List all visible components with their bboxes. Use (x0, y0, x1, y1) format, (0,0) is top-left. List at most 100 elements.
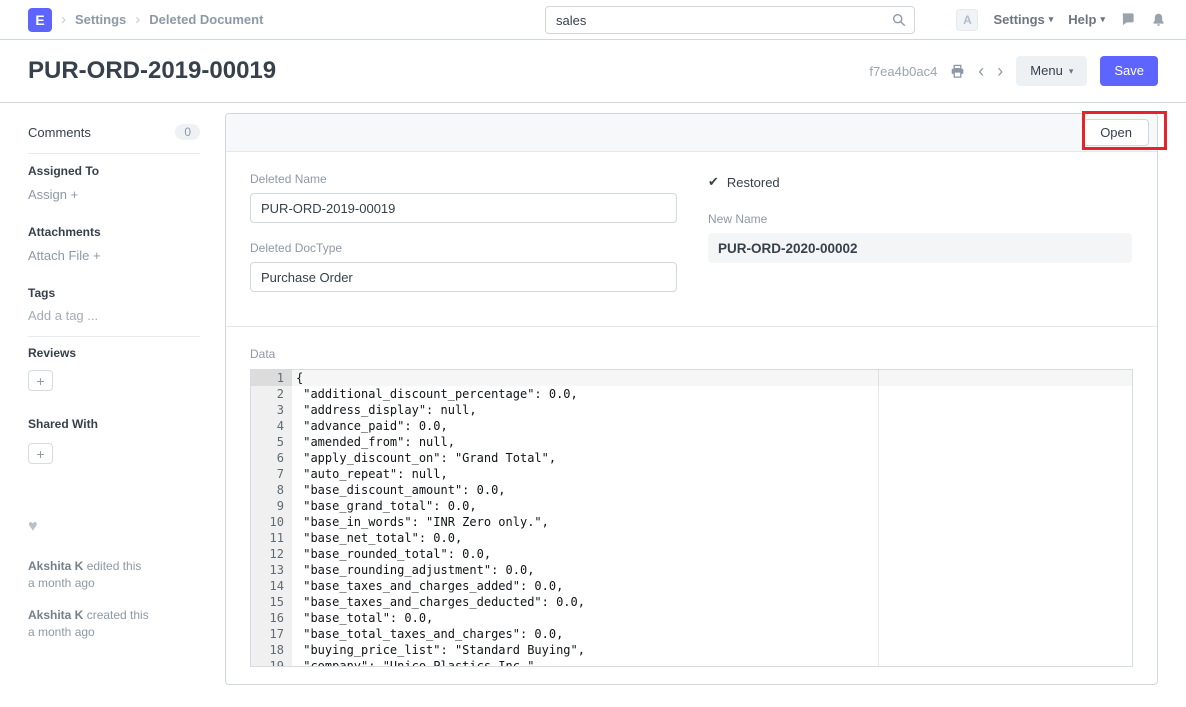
form-section-data: Data 1 { 2 "additional_discount_percenta… (226, 327, 1157, 685)
comments-label: Comments (28, 125, 91, 140)
form-message-bar: Open (226, 114, 1157, 152)
navbar: E › Settings › Deleted Document A Settin… (0, 0, 1186, 40)
line-number: 4 (251, 418, 292, 434)
json-code-editor[interactable]: 1 { 2 "additional_discount_percentage": … (250, 369, 1133, 667)
form-layout: Open Deleted Name Deleted DocType ✔ Rest… (225, 113, 1158, 685)
code-text: "advance_paid": 0.0, (292, 418, 448, 434)
code-text: "apply_discount_on": "Grand Total", (292, 450, 556, 466)
attachments-heading: Attachments (28, 225, 200, 239)
assign-link[interactable]: Assign + (28, 187, 78, 202)
line-number: 8 (251, 482, 292, 498)
line-number: 1 (251, 370, 292, 386)
code-text: "address_display": null, (292, 402, 477, 418)
code-text: "base_in_words": "INR Zero only.", (292, 514, 549, 530)
menu-button[interactable]: Menu ▾ (1016, 56, 1087, 86)
new-name-label: New Name (708, 212, 1132, 226)
code-line: 6 "apply_discount_on": "Grand Total", (251, 450, 1132, 466)
attach-file-link[interactable]: Attach File + (28, 248, 101, 263)
notifications-bell-icon[interactable] (1151, 12, 1166, 28)
form-sidebar: Comments 0 Assigned To Assign + Attachme… (28, 124, 200, 641)
help-menu[interactable]: Help ▾ (1068, 12, 1105, 27)
add-share-button[interactable]: + (28, 443, 53, 464)
code-text: "base_grand_total": 0.0, (292, 498, 477, 514)
breadcrumb-deleted-document[interactable]: Deleted Document (149, 12, 263, 27)
code-line: 7 "auto_repeat": null, (251, 466, 1132, 482)
doc-hash: f7ea4b0ac4 (869, 64, 937, 79)
menu-button-label: Menu (1030, 63, 1063, 79)
form-section-main: Deleted Name Deleted DocType ✔ Restored … (226, 152, 1157, 326)
code-text: { (292, 370, 303, 386)
open-status-button[interactable]: Open (1083, 119, 1149, 147)
restored-checkbox[interactable]: ✔ Restored (708, 174, 1132, 190)
code-line: 11 "base_net_total": 0.0, (251, 530, 1132, 546)
data-label: Data (250, 347, 1133, 361)
code-line: 4 "advance_paid": 0.0, (251, 418, 1132, 434)
activity-action: created this (83, 608, 148, 622)
comments-link[interactable]: Comments 0 (28, 124, 200, 140)
deleted-name-field: Deleted Name (250, 172, 677, 223)
new-name-field: New Name PUR-ORD-2020-00002 (708, 212, 1132, 263)
search-icon[interactable] (892, 13, 906, 27)
code-line: 12 "base_rounded_total": 0.0, (251, 546, 1132, 562)
form-column-left: Deleted Name Deleted DocType (250, 172, 677, 310)
code-line: 14 "base_taxes_and_charges_added": 0.0, (251, 578, 1132, 594)
chevron-right-icon: › (61, 11, 66, 28)
code-text: "base_taxes_and_charges_added": 0.0, (292, 578, 563, 594)
deleted-name-label: Deleted Name (250, 172, 677, 186)
code-line: 3 "address_display": null, (251, 402, 1132, 418)
deleted-doctype-label: Deleted DocType (250, 241, 677, 255)
activity-user: Akshita K (28, 608, 83, 622)
app-logo[interactable]: E (28, 8, 52, 32)
line-number: 14 (251, 578, 292, 594)
code-text: "additional_discount_percentage": 0.0, (292, 386, 578, 402)
add-review-button[interactable]: + (28, 370, 53, 391)
code-text: "amended_from": null, (292, 434, 455, 450)
code-text: "auto_repeat": null, (292, 466, 448, 482)
avatar[interactable]: A (956, 9, 978, 31)
activity-entry: Akshita K edited this a month ago (28, 558, 200, 592)
chevron-right-icon: › (135, 11, 140, 28)
line-number: 13 (251, 562, 292, 578)
shared-with-heading: Shared With (28, 417, 200, 431)
line-number: 19 (251, 658, 292, 667)
code-text: "base_total": 0.0, (292, 610, 433, 626)
chevron-down-icon: ▾ (1069, 66, 1074, 77)
code-text: "base_taxes_and_charges_deducted": 0.0, (292, 594, 585, 610)
settings-menu[interactable]: Settings ▾ (993, 12, 1053, 27)
chevron-down-icon: ▾ (1100, 14, 1105, 25)
code-text: "base_total_taxes_and_charges": 0.0, (292, 626, 563, 642)
global-search[interactable] (545, 6, 915, 34)
save-button[interactable]: Save (1100, 56, 1158, 86)
code-line: 18 "buying_price_list": "Standard Buying… (251, 642, 1132, 658)
code-text: "buying_price_list": "Standard Buying", (292, 642, 585, 658)
deleted-name-input[interactable] (250, 193, 677, 223)
line-number: 3 (251, 402, 292, 418)
page-actions: f7ea4b0ac4 ‹ › Menu ▾ Save (869, 56, 1158, 86)
code-text: "company": "Unico Plastics Inc.", (292, 658, 542, 667)
next-doc-icon[interactable]: › (997, 62, 1003, 80)
navbar-right: A Settings ▾ Help ▾ (956, 9, 1166, 31)
line-number: 7 (251, 466, 292, 482)
line-number: 2 (251, 386, 292, 402)
divider (28, 336, 200, 337)
code-line: 16 "base_total": 0.0, (251, 610, 1132, 626)
code-line: 17 "base_total_taxes_and_charges": 0.0, (251, 626, 1132, 642)
prev-doc-icon[interactable]: ‹ (978, 62, 984, 80)
code-line: 19 "company": "Unico Plastics Inc.", (251, 658, 1132, 667)
comments-count-badge: 0 (175, 124, 200, 140)
settings-menu-label: Settings (993, 12, 1044, 27)
code-line: 8 "base_discount_amount": 0.0, (251, 482, 1132, 498)
search-input[interactable] (546, 13, 892, 28)
print-icon[interactable] (950, 64, 965, 79)
add-tag-input[interactable]: Add a tag ... (28, 308, 98, 323)
tags-heading: Tags (28, 286, 200, 300)
chat-icon[interactable] (1120, 12, 1136, 27)
reviews-heading: Reviews (28, 346, 200, 360)
code-text: "base_net_total": 0.0, (292, 530, 462, 546)
breadcrumb-settings[interactable]: Settings (75, 12, 126, 27)
line-number: 6 (251, 450, 292, 466)
deleted-doctype-input[interactable] (250, 262, 677, 292)
activity-entry: Akshita K created this a month ago (28, 607, 200, 641)
page-title: PUR-ORD-2019-00019 (28, 57, 276, 85)
like-heart-icon[interactable]: ♥ (28, 518, 200, 536)
